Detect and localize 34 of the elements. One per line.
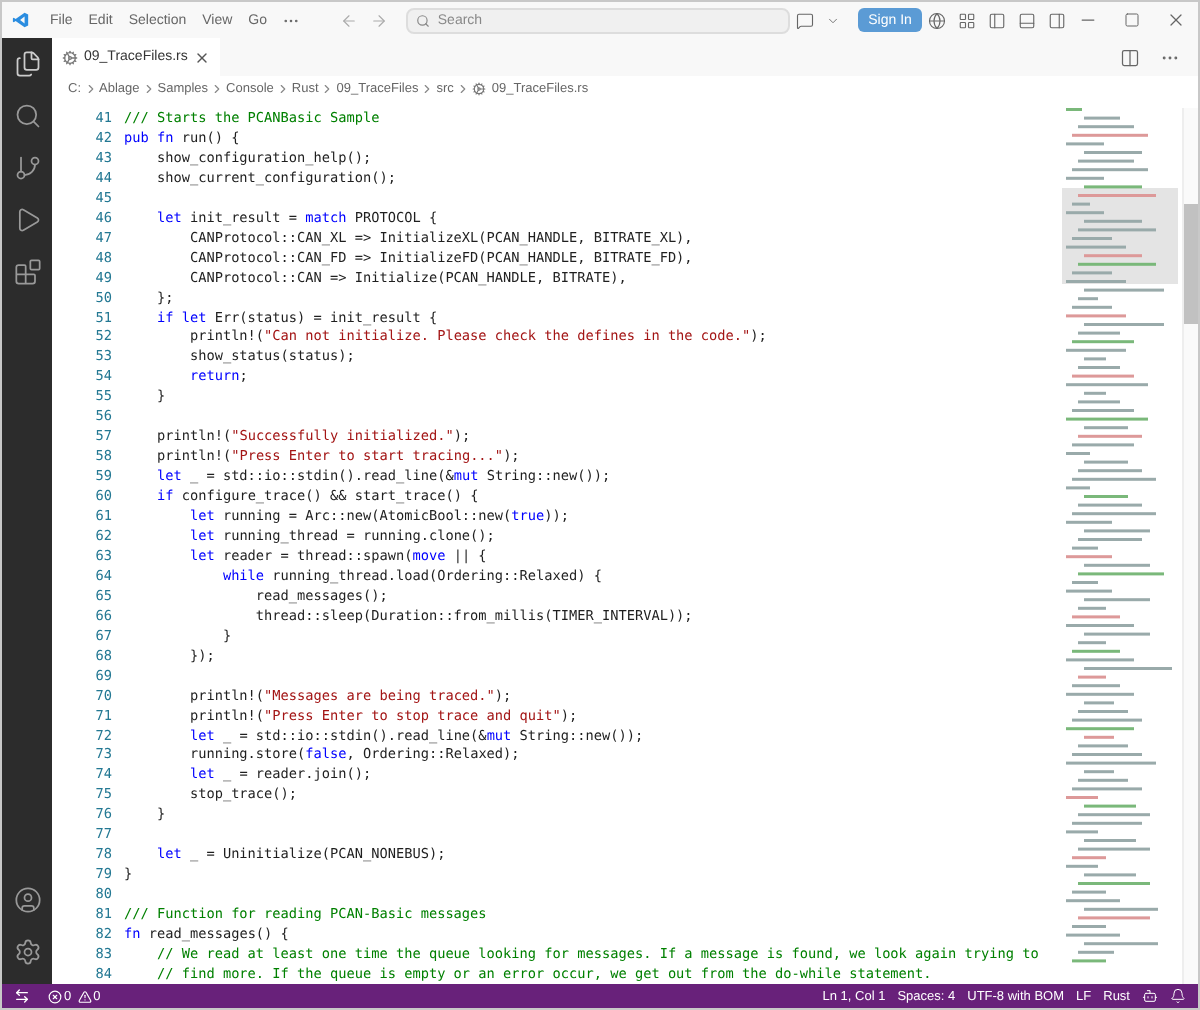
chat-icon[interactable] <box>796 11 815 29</box>
logo-icon <box>12 10 30 30</box>
panel-left-icon[interactable] <box>987 11 1006 29</box>
chevron-icon <box>320 81 335 95</box>
source-control-icon[interactable] <box>13 154 41 182</box>
maximize-icon[interactable] <box>1124 12 1141 28</box>
settings-icon[interactable] <box>13 938 41 966</box>
split-editor-icon[interactable] <box>1120 47 1140 67</box>
close-icon[interactable] <box>1166 10 1187 30</box>
gear-icon <box>471 81 486 95</box>
chevron-icon <box>83 81 97 95</box>
extensions-icon[interactable] <box>13 258 41 286</box>
search-icon[interactable] <box>13 102 41 130</box>
warning-icon <box>77 989 92 1003</box>
layout-icon[interactable] <box>957 11 976 29</box>
chevron-icon <box>141 81 156 95</box>
chevron-icon <box>455 81 470 95</box>
chevron-icon <box>420 81 435 95</box>
run-icon[interactable] <box>13 206 41 234</box>
bell-icon[interactable] <box>1170 988 1186 1004</box>
close-icon[interactable] <box>193 49 210 65</box>
caret-icon[interactable] <box>826 13 841 27</box>
chevron-icon <box>275 81 290 95</box>
panel-bottom-icon[interactable] <box>1017 11 1036 29</box>
robot-icon[interactable] <box>1142 988 1158 1004</box>
globe-icon[interactable] <box>927 11 946 29</box>
scrollbar-thumb[interactable] <box>1184 204 1198 324</box>
files-icon[interactable] <box>13 50 41 78</box>
search-icon <box>415 13 430 27</box>
account-icon[interactable] <box>13 886 41 914</box>
chevron-icon <box>210 81 225 95</box>
error-icon <box>48 989 62 1003</box>
gear-icon <box>62 49 78 65</box>
panel-right-icon[interactable] <box>1047 11 1066 29</box>
